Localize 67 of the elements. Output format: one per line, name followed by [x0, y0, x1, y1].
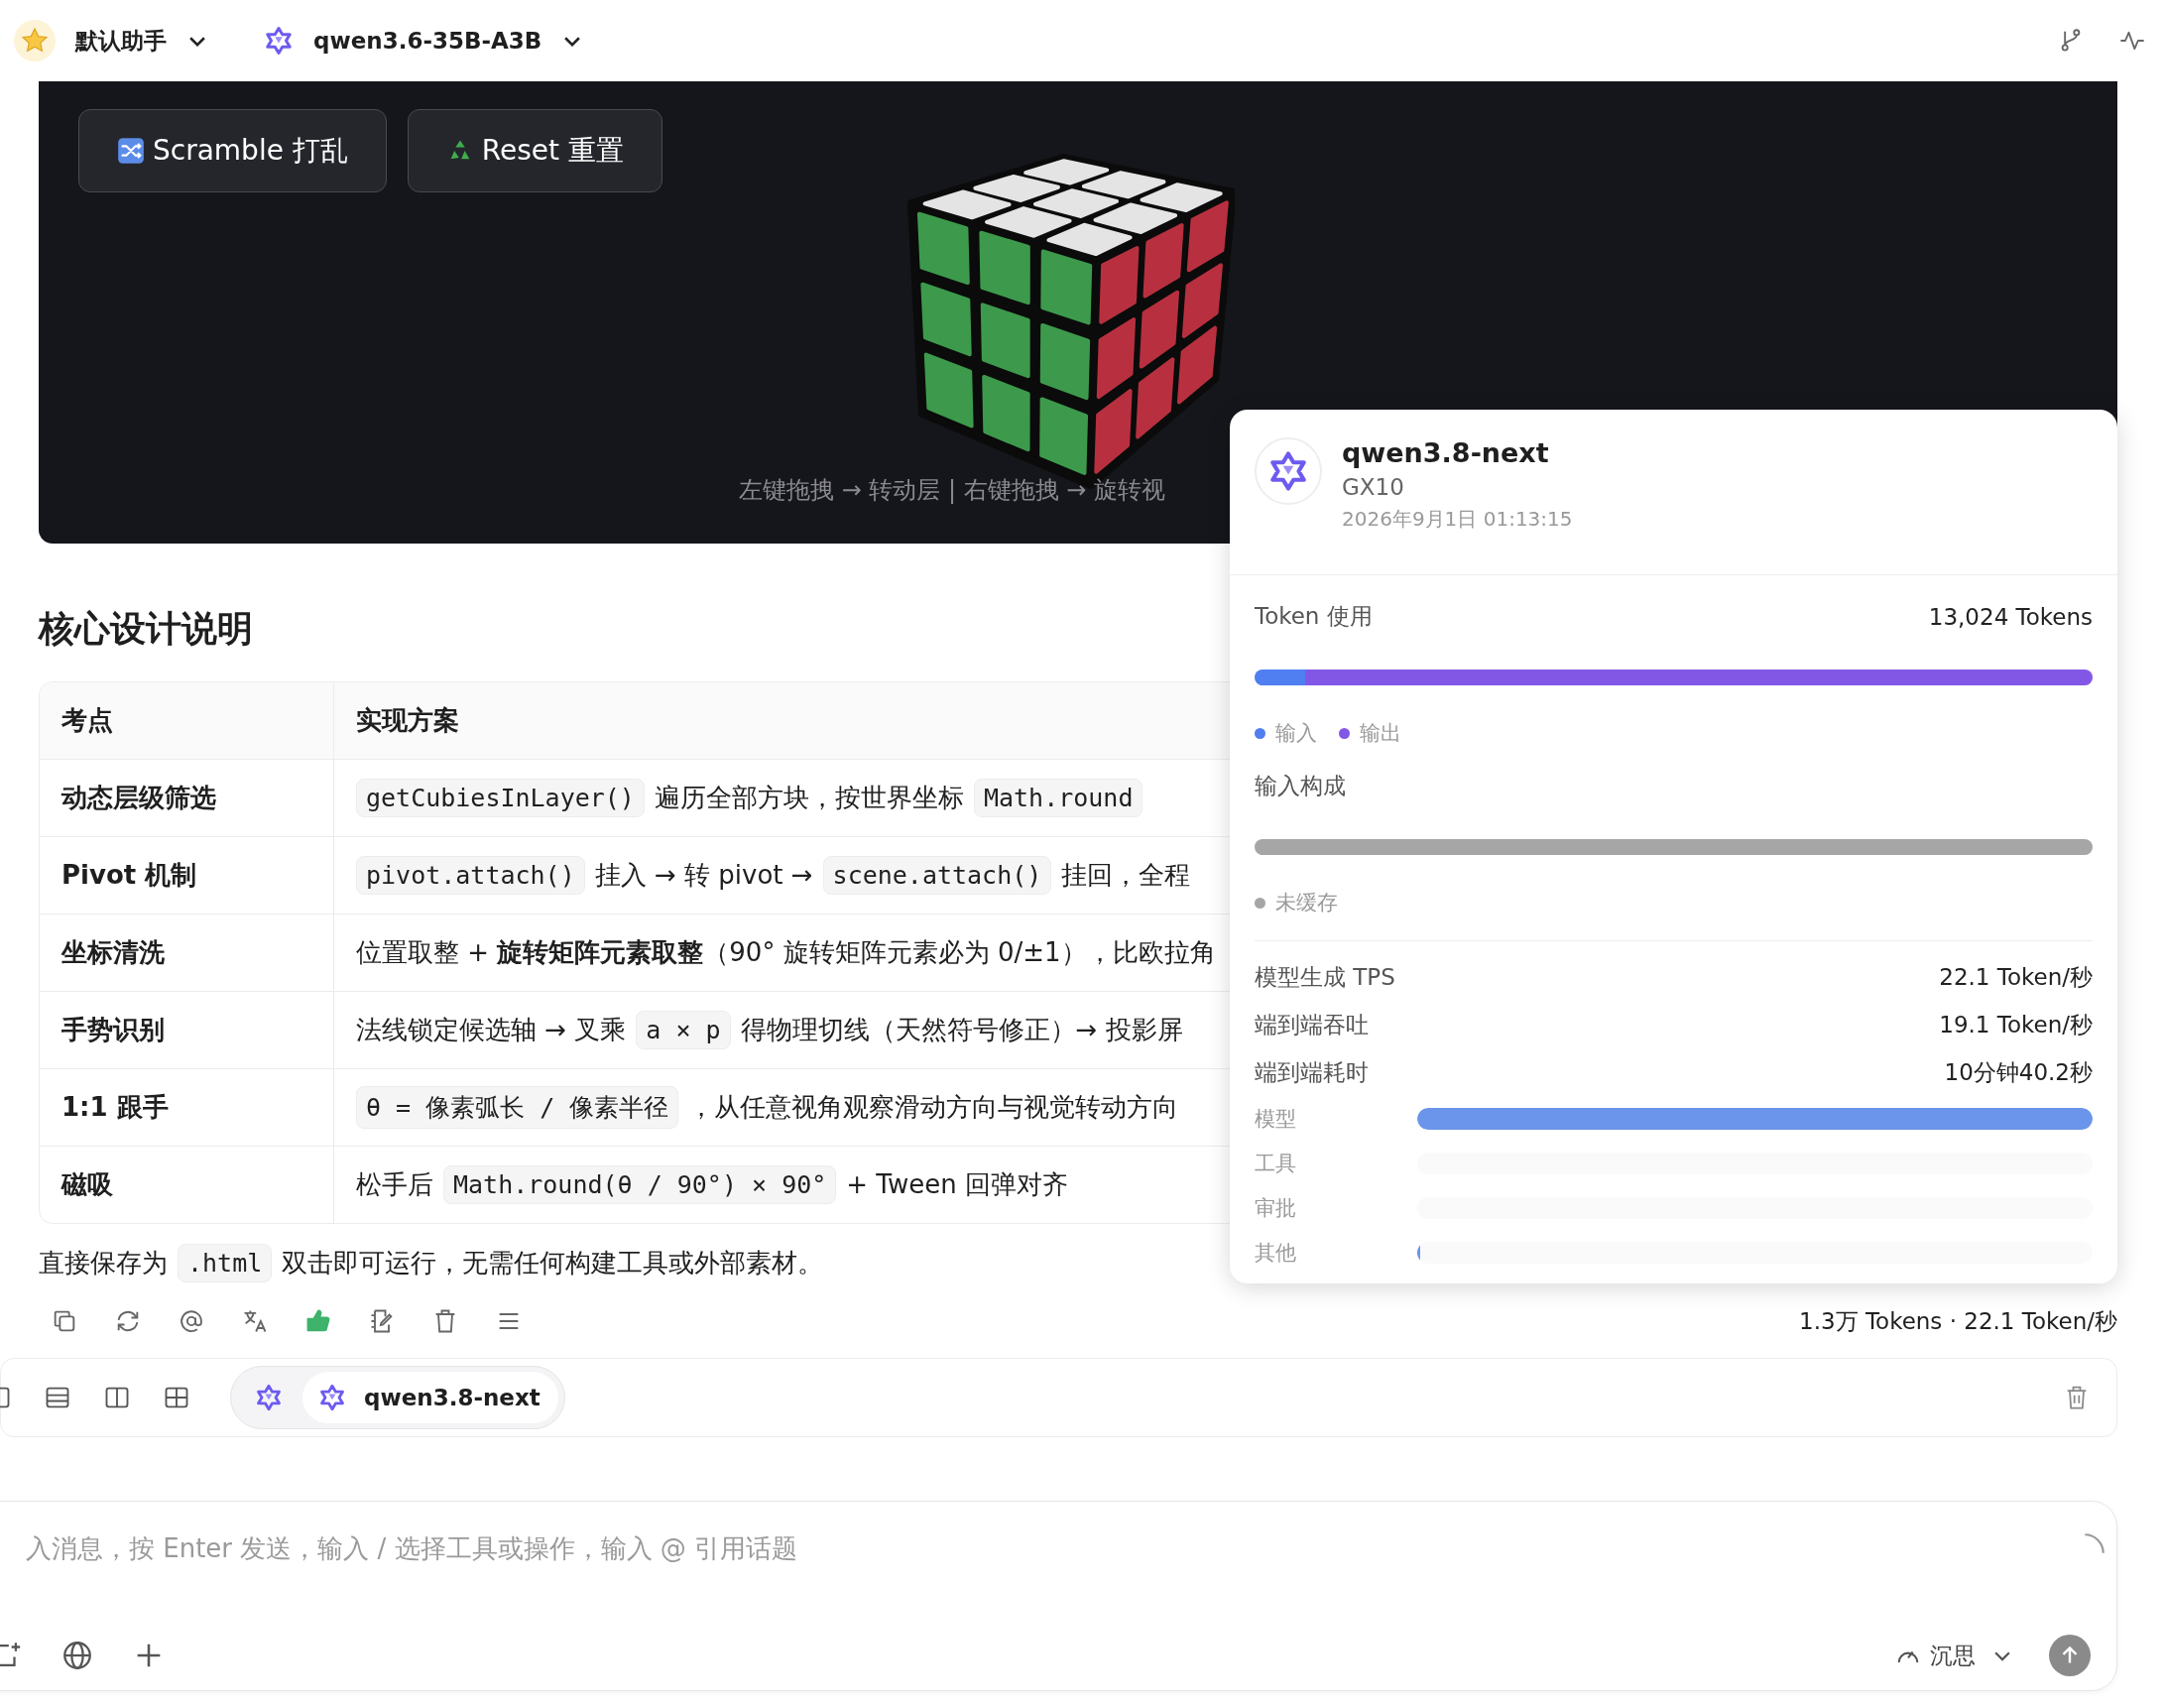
assistant-selector[interactable]: 默认助手	[75, 25, 167, 57]
globe-icon[interactable]	[60, 1639, 94, 1672]
cell-text: 法线锁定候选轴 → 叉乘	[356, 1014, 627, 1046]
usage-summary: 1.3万 Tokens · 22.1 Token/秒	[1799, 1306, 2117, 1336]
cell-text: 直接保存为	[39, 1247, 168, 1280]
row-label: 手势识别	[40, 992, 334, 1068]
popup-subtitle: GX10	[1342, 474, 1405, 500]
legend-label: 输出	[1360, 720, 1401, 747]
cell-text: 松手后	[356, 1168, 433, 1201]
inline-code: pivot.attach()	[356, 856, 585, 895]
column-header: 考点	[40, 682, 334, 759]
stat-label: 模型生成 TPS	[1255, 962, 1395, 992]
inline-code: scene.attach()	[822, 856, 1052, 895]
section-label: 输入构成	[1255, 772, 1346, 800]
message-input[interactable]: 入消息，按 Enter 发送，输入 / 选择工具或操作，输入 @ 引用话题 沉思	[0, 1501, 2117, 1691]
row-label: 动态层级筛选	[40, 760, 334, 836]
token-total: 13,024 Tokens	[1928, 603, 2093, 630]
inline-code: Math.round(θ / 90°) × 90°	[443, 1165, 837, 1204]
cell-text: ，从任意视角观察滑动方向与视觉转动方向	[688, 1091, 1179, 1124]
cell-text: + Tween 回弹对齐	[846, 1168, 1068, 1201]
scramble-button[interactable]: Scramble 打乱	[78, 109, 387, 192]
logo-icon	[264, 26, 294, 56]
cell-text: 双击即可运行，无需任何构建工具或外部素材。	[282, 1247, 824, 1280]
popup-date: 2026年9月1日 01:13:15	[1342, 506, 1573, 533]
model-chip[interactable]: qwen3.8-next	[302, 1372, 558, 1423]
logo-icon	[255, 1384, 283, 1411]
inline-code: θ = 像素弧长 / 像素半径	[356, 1086, 679, 1129]
model-pill[interactable]: qwen3.8-next	[230, 1366, 565, 1429]
logo-icon	[318, 1384, 346, 1411]
hint-text: 左键拖拽 → 转动层 | 右键拖拽 → 旋转视	[739, 475, 1166, 506]
popup-title: qwen3.8-next	[1342, 437, 1550, 468]
stat-value: 19.1 Token/秒	[1939, 1010, 2093, 1039]
cell-text: 挂入 → 转 pivot →	[594, 859, 813, 892]
cell-text: 位置取整 + 旋转矩阵元素取整（90° 旋转矩阵元素必为 0/±1），比欧拉角	[356, 936, 1216, 969]
inline-code: Math.round	[973, 779, 1143, 817]
star-avatar-icon[interactable]	[14, 20, 56, 61]
section-title: 核心设计说明	[39, 607, 253, 651]
cell-text: 挂回，全程	[1061, 859, 1191, 892]
legend-label: 输入	[1275, 720, 1317, 747]
row-label: 坐标清洗	[40, 915, 334, 991]
row-label: 磁吸	[40, 1147, 334, 1223]
timing-label: 审批	[1255, 1194, 1297, 1222]
send-button[interactable]	[2049, 1635, 2091, 1676]
thinking-mode-button[interactable]: 沉思	[1888, 1639, 2019, 1672]
inline-code: getCubiesInLayer()	[356, 779, 645, 817]
logo-icon	[1267, 450, 1309, 492]
model-selector[interactable]: qwen3.6-35B-A3B	[313, 28, 542, 54]
reset-button[interactable]: Reset 重置	[407, 109, 662, 192]
stat-label: 端到端吞吐	[1255, 1010, 1369, 1039]
inline-code: .html	[178, 1244, 273, 1282]
cell-text: 遍历全部方块，按世界坐标	[654, 782, 964, 814]
row-label: 1:1 跟手	[40, 1069, 334, 1146]
timing-label: 其他	[1255, 1239, 1297, 1267]
stat-value: 10分钟40.2秒	[1944, 1057, 2093, 1087]
row-label: Pivot 机制	[40, 837, 334, 914]
section-label: Token 使用	[1255, 602, 1373, 631]
legend-label: 未缓存	[1275, 890, 1338, 916]
cell-text: 得物理切线（天然符号修正）→ 投影屏	[740, 1014, 1183, 1046]
timing-label: 模型	[1255, 1105, 1297, 1133]
input-placeholder: 入消息，按 Enter 发送，输入 / 选择工具或操作，输入 @ 引用话题	[26, 1532, 798, 1565]
mention-icon[interactable]	[178, 1307, 205, 1335]
inline-code: a × p	[636, 1011, 731, 1049]
column-header: 实现方案	[355, 704, 460, 737]
timing-label: 工具	[1255, 1150, 1297, 1177]
shuffle-icon	[117, 137, 145, 165]
stat-value: 22.1 Token/秒	[1939, 962, 2093, 992]
stat-label: 端到端耗时	[1255, 1057, 1369, 1087]
